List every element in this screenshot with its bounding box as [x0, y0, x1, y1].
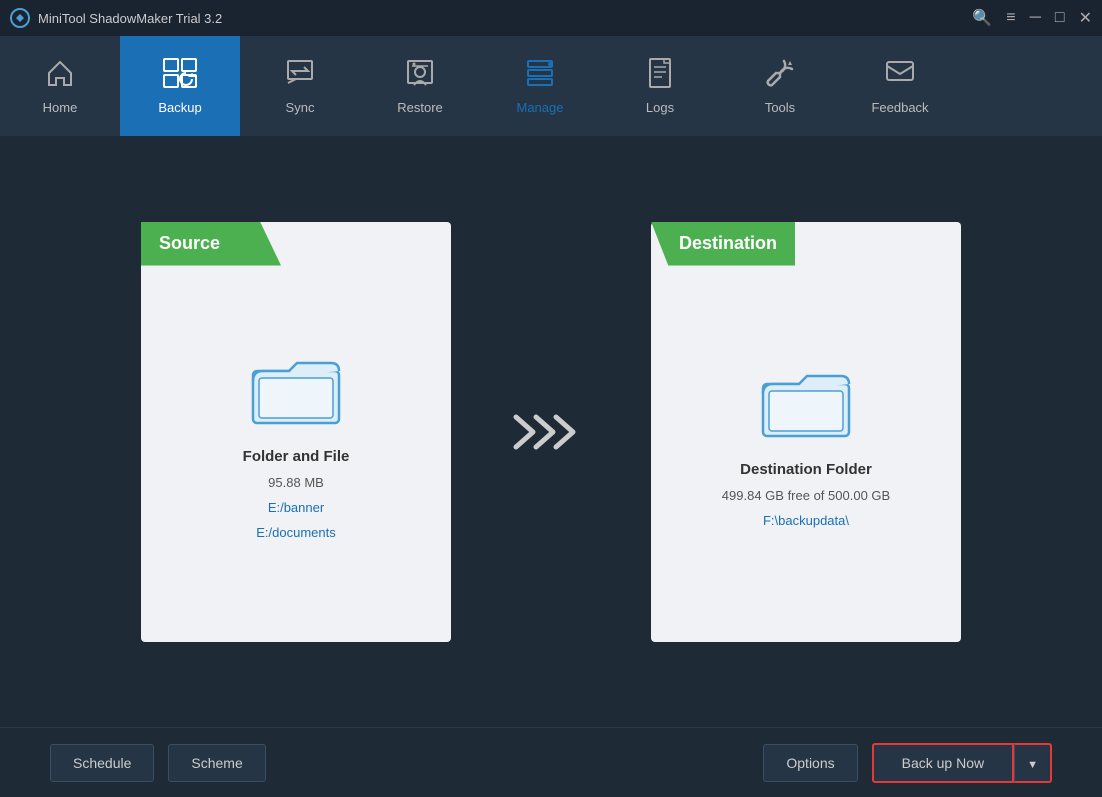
- nav-item-feedback[interactable]: Feedback: [840, 36, 960, 136]
- arrow-section: [511, 407, 591, 457]
- bottom-left-buttons: Schedule Scheme: [50, 744, 266, 782]
- home-icon: [44, 57, 76, 94]
- scheme-button[interactable]: Scheme: [168, 744, 265, 782]
- app-title: MiniTool ShadowMaker Trial 3.2: [38, 11, 222, 26]
- tools-icon: [764, 57, 796, 94]
- bottom-right-buttons: Options Back up Now ▼: [763, 743, 1052, 783]
- source-card[interactable]: Source Folder and File 95.88 MB E:/banne…: [141, 222, 451, 642]
- navbar: Home Backup Sync: [0, 36, 1102, 136]
- app-logo: [10, 8, 30, 28]
- backup-now-button[interactable]: Back up Now: [872, 743, 1014, 783]
- nav-item-logs[interactable]: Logs: [600, 36, 720, 136]
- titlebar-controls: 🔍 ≡ ─ □ ✕: [972, 8, 1092, 28]
- nav-label-restore: Restore: [397, 100, 443, 115]
- dropdown-arrow-icon: ▼: [1027, 759, 1038, 771]
- nav-label-feedback: Feedback: [871, 100, 928, 115]
- search-icon[interactable]: 🔍: [972, 8, 992, 28]
- source-body: Folder and File 95.88 MB E:/banner E:/do…: [243, 323, 350, 540]
- destination-free-space: 499.84 GB free of 500.00 GB: [722, 488, 890, 503]
- bottombar: Schedule Scheme Options Back up Now ▼: [0, 727, 1102, 797]
- nav-label-sync: Sync: [286, 100, 315, 115]
- nav-item-backup[interactable]: Backup: [120, 36, 240, 136]
- restore-icon: [404, 57, 436, 94]
- logs-icon: [644, 57, 676, 94]
- close-icon[interactable]: ✕: [1079, 8, 1092, 28]
- schedule-button[interactable]: Schedule: [50, 744, 154, 782]
- nav-label-logs: Logs: [646, 100, 674, 115]
- nav-label-manage: Manage: [517, 100, 564, 115]
- destination-title: Destination Folder: [740, 461, 872, 478]
- nav-item-tools[interactable]: Tools: [720, 36, 840, 136]
- options-button[interactable]: Options: [763, 744, 857, 782]
- source-size: 95.88 MB: [268, 475, 324, 490]
- source-path-1: E:/banner: [268, 500, 324, 515]
- sync-icon: [284, 57, 316, 94]
- manage-icon: [524, 57, 556, 94]
- titlebar: MiniTool ShadowMaker Trial 3.2 🔍 ≡ ─ □ ✕: [0, 0, 1102, 36]
- titlebar-left: MiniTool ShadowMaker Trial 3.2: [10, 8, 222, 28]
- nav-label-tools: Tools: [765, 100, 795, 115]
- source-folder-icon: [251, 353, 341, 428]
- menu-icon[interactable]: ≡: [1006, 9, 1015, 27]
- main-content: Source Folder and File 95.88 MB E:/banne…: [0, 136, 1102, 727]
- nav-item-home[interactable]: Home: [0, 36, 120, 136]
- nav-label-home: Home: [43, 100, 78, 115]
- source-label: Source: [141, 222, 281, 266]
- backup-now-dropdown-button[interactable]: ▼: [1014, 743, 1052, 783]
- nav-item-restore[interactable]: Restore: [360, 36, 480, 136]
- maximize-icon[interactable]: □: [1055, 9, 1065, 27]
- destination-card[interactable]: Destination Destination Folder 499.84 GB…: [651, 222, 961, 642]
- nav-item-manage[interactable]: Manage: [480, 36, 600, 136]
- destination-folder-icon: [761, 366, 851, 441]
- forward-arrows-icon: [511, 407, 591, 457]
- source-title: Folder and File: [243, 448, 350, 465]
- minimize-icon[interactable]: ─: [1030, 9, 1041, 27]
- destination-path: F:\backupdata\: [763, 513, 849, 528]
- source-header: Source: [141, 222, 451, 266]
- destination-header: Destination: [651, 222, 961, 266]
- source-path-2: E:/documents: [256, 525, 336, 540]
- backup-icon: [162, 57, 198, 94]
- nav-label-backup: Backup: [158, 100, 201, 115]
- feedback-icon: [884, 57, 916, 94]
- destination-body: Destination Folder 499.84 GB free of 500…: [722, 336, 890, 528]
- destination-label: Destination: [651, 222, 795, 266]
- nav-item-sync[interactable]: Sync: [240, 36, 360, 136]
